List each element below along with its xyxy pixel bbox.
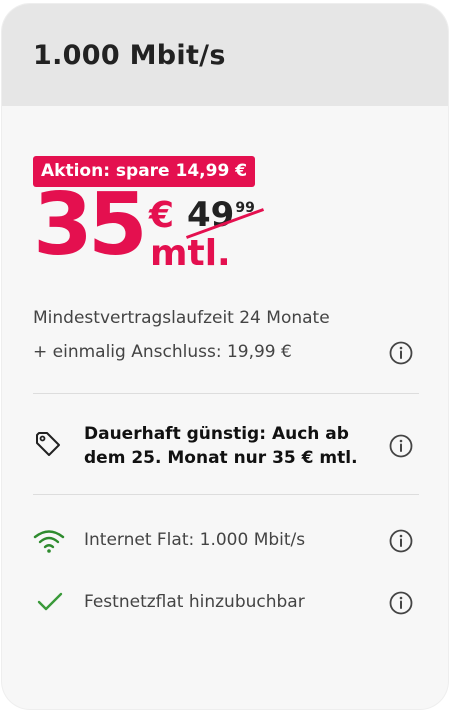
- price-tag-icon: [36, 432, 60, 456]
- price-amount: 35: [33, 175, 148, 275]
- landline-flat-info-icon[interactable]: [389, 591, 413, 615]
- feature-text-long-term-price: Dauerhaft günstig: Auch ab dem 25. Monat…: [84, 424, 358, 468]
- feature-text-landline-flat: Festnetzflat hinzubuchbar: [84, 592, 305, 612]
- long-term-price-info-icon[interactable]: [389, 434, 413, 458]
- price-currency: €: [149, 195, 175, 236]
- wifi-icon: [33, 530, 65, 553]
- price-period: mtl.: [150, 233, 231, 274]
- divider: [33, 494, 419, 495]
- tariff-card: 1.000 Mbit/s Aktion: spare 14,99 € 35 € …: [2, 4, 448, 709]
- feature-text-internet-flat: Internet Flat: 1.000 Mbit/s: [84, 530, 306, 550]
- min-term-text: Mindestvertragslaufzeit 24 Monate: [33, 308, 330, 328]
- price-display: 35 € mtl. 4999: [33, 182, 433, 290]
- card-title: 1.000 Mbit/s: [33, 39, 226, 71]
- card-header: 1.000 Mbit/s: [2, 4, 448, 106]
- internet-flat-info-icon[interactable]: [389, 529, 413, 553]
- checkmark-icon: [37, 592, 63, 611]
- old-price: 4999: [185, 198, 265, 239]
- setup-fee-info-icon[interactable]: [389, 341, 413, 365]
- divider: [33, 393, 419, 394]
- setup-fee-text: + einmalig Anschluss: 19,99 €: [33, 342, 292, 362]
